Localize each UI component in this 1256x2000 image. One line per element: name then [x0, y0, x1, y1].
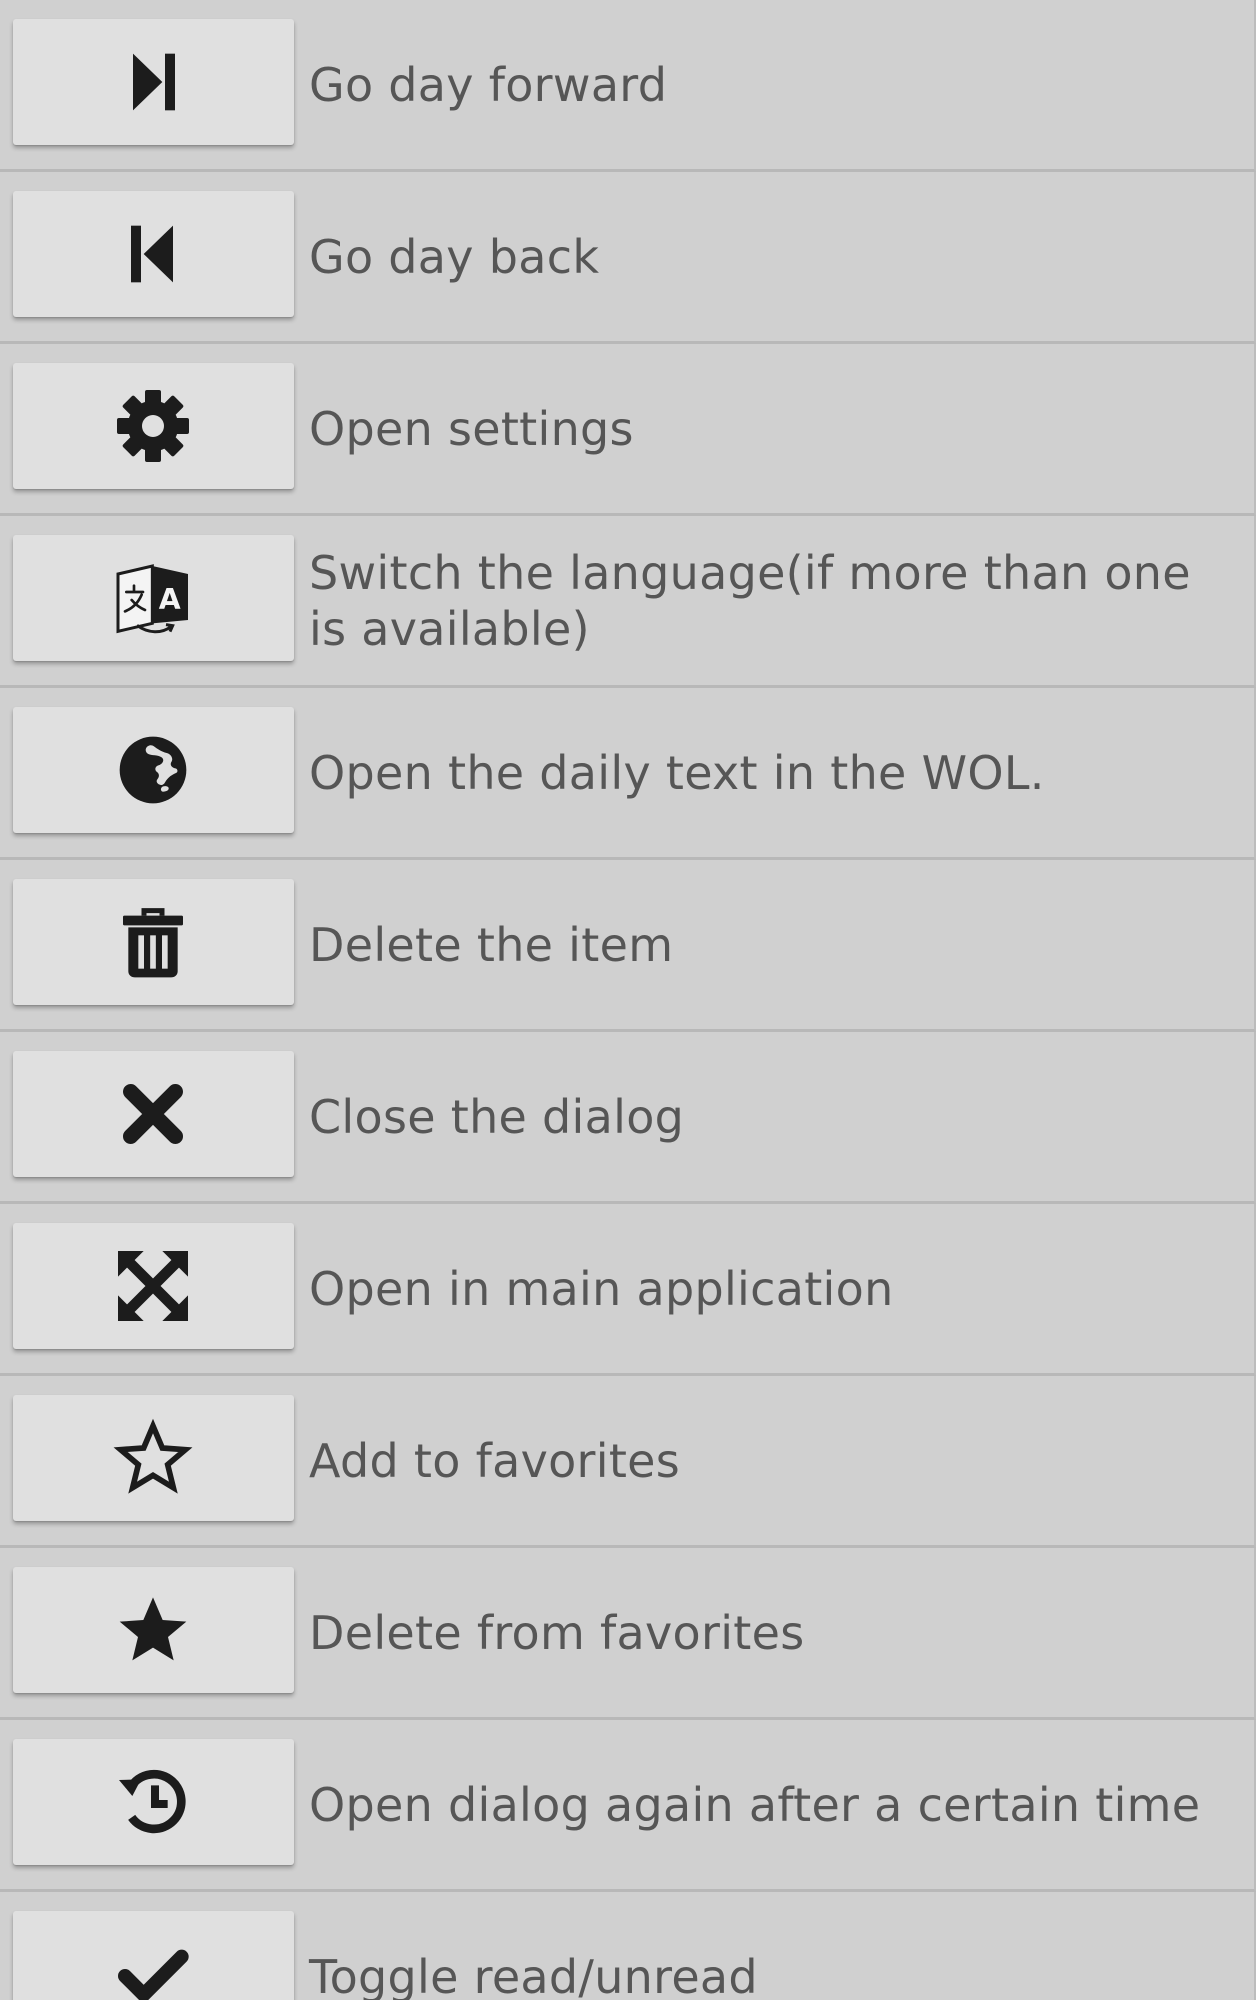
legend-row-go-day-forward: Go day forward	[0, 0, 1256, 172]
legend-row-open-again: Open dialog again after a certain time	[0, 1720, 1256, 1892]
check-icon	[118, 1949, 189, 2000]
globe-icon	[119, 736, 187, 804]
history-icon	[119, 1769, 186, 1834]
legend-row-open-wol: Open the daily text in the WOL.	[0, 688, 1256, 860]
star-filled-icon	[119, 1597, 187, 1661]
legend-row-add-favorites: Add to favorites	[0, 1376, 1256, 1548]
legend-row-switch-language: A Switch the language(if more than one i…	[0, 516, 1256, 688]
delete-item-button[interactable]	[13, 879, 294, 1005]
skip-forward-icon	[133, 53, 175, 111]
open-settings-button[interactable]	[13, 363, 294, 489]
translate-icon: A	[116, 564, 188, 634]
star-outline-icon	[113, 1418, 193, 1494]
legend-label: Go day forward	[309, 58, 668, 112]
open-again-button[interactable]	[13, 1739, 294, 1865]
legend-label: Switch the language(if more than one is …	[309, 546, 1191, 656]
legend-label: Go day back	[309, 230, 600, 284]
legend-row-open-settings: Open settings	[0, 344, 1256, 516]
legend-row-close-dialog: Close the dialog	[0, 1032, 1256, 1204]
legend-label: Toggle read/unread	[309, 1950, 758, 2000]
close-icon	[122, 1084, 183, 1144]
legend-row-open-main-app: Open in main application	[0, 1204, 1256, 1376]
legend-row-delete-item: Delete the item	[0, 860, 1256, 1032]
legend-label: Open the daily text in the WOL.	[309, 746, 1045, 800]
go-day-forward-button[interactable]	[13, 19, 294, 145]
expand-icon	[118, 1251, 188, 1321]
skip-back-icon	[131, 225, 173, 283]
delete-favorites-button[interactable]	[13, 1567, 294, 1693]
close-dialog-button[interactable]	[13, 1051, 294, 1177]
switch-language-button[interactable]: A	[13, 535, 294, 661]
legend-label: Open in main application	[309, 1262, 894, 1316]
legend-label: Open settings	[309, 402, 634, 456]
go-day-back-button[interactable]	[13, 191, 294, 317]
legend-label: Delete from favorites	[309, 1606, 805, 1660]
legend-label: Add to favorites	[309, 1434, 681, 1488]
legend-row-toggle-read: Toggle read/unread	[0, 1892, 1256, 2000]
toggle-read-button[interactable]	[13, 1911, 294, 2000]
svg-text:A: A	[159, 583, 181, 616]
legend-row-go-day-back: Go day back	[0, 172, 1256, 344]
add-favorites-button[interactable]	[13, 1395, 294, 1521]
gear-icon	[117, 390, 189, 462]
open-main-app-button[interactable]	[13, 1223, 294, 1349]
legend-label: Delete the item	[309, 918, 674, 972]
legend-label: Open dialog again after a certain time	[309, 1778, 1201, 1832]
icon-legend-list: Go day forward Go day back Open settings…	[0, 0, 1256, 2000]
open-wol-button[interactable]	[13, 707, 294, 833]
trash-icon	[123, 908, 183, 978]
legend-label: Close the dialog	[309, 1090, 685, 1144]
legend-row-delete-favorites: Delete from favorites	[0, 1548, 1256, 1720]
